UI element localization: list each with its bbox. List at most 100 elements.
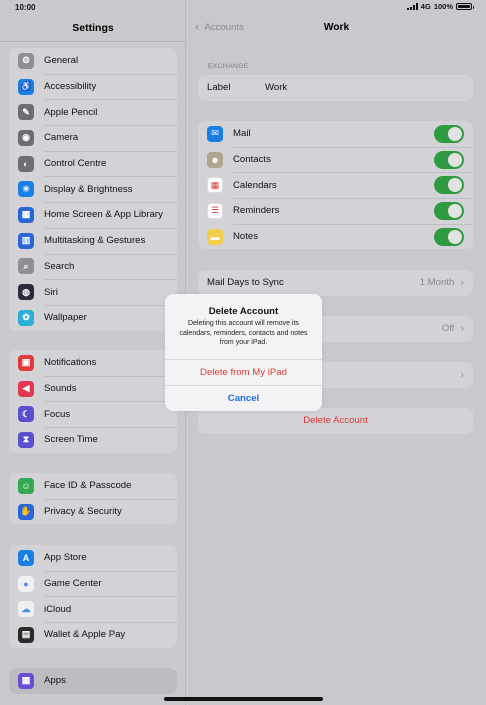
sidebar-item[interactable]: ◀ Sounds (9, 375, 177, 402)
toggle-row: ☻ Contacts (198, 146, 473, 173)
label-row[interactable]: Label Work (198, 75, 473, 101)
sidebar-item[interactable]: A App Store (9, 545, 177, 571)
nav-bar: ‹ Accounts Work (187, 18, 486, 40)
accessibility-icon: ♿ (18, 78, 34, 95)
delete-account-button[interactable]: Delete Account (198, 408, 473, 434)
toggle-switch[interactable] (434, 176, 464, 195)
sidebar-item-label: Focus (44, 408, 71, 420)
sidebar-item-label: Siri (44, 286, 58, 298)
sidebar-item[interactable]: ▦ Apps (9, 668, 177, 694)
icloud-icon: ☁ (18, 601, 34, 618)
mail-days-label: Mail Days to Sync (207, 277, 284, 289)
notes-icon: ▬ (207, 228, 223, 245)
sidebar-divider (0, 41, 186, 42)
sidebar-item-label: Game Center (44, 578, 102, 590)
toggle-switch[interactable] (434, 150, 464, 169)
focus-icon: ☾ (18, 406, 34, 423)
sidebar-item-label: Sounds (44, 383, 77, 395)
sidebar-item[interactable]: ▥ Multitasking & Gestures (9, 227, 177, 254)
sidebar-group: A App Store ● Game Center ☁ iCloud ▤ Wallet & A… (9, 545, 177, 648)
sidebar-item[interactable]: ☾ Focus (9, 401, 177, 427)
wallet-icon: ▤ (18, 626, 34, 643)
status-indicators: 4G 100% (406, 2, 474, 11)
label-value[interactable]: Work (265, 82, 287, 93)
sidebar-item-label: Notifications (44, 357, 97, 369)
calendars-icon: ▦ (207, 177, 223, 194)
privacy-hand-icon: ✋ (18, 503, 34, 520)
sidebar-item[interactable]: ● Game Center (9, 570, 177, 597)
pencil-icon: ✎ (18, 104, 34, 121)
sidebar-item-label: Wallpaper (44, 312, 87, 324)
sidebar-item[interactable]: ▦ Home Screen & App Library (9, 202, 177, 228)
gear-icon: ⚙ (18, 52, 34, 69)
notifications-icon: ▣ (18, 354, 34, 371)
sidebar-item[interactable]: ⧗ Screen Time (9, 427, 177, 453)
delete-account-card: Delete Account (198, 408, 473, 434)
page-title: Work (323, 22, 350, 33)
home-indicator (164, 697, 323, 701)
alert-title: Delete Account (208, 306, 279, 317)
face-id-icon: ☺ (18, 477, 34, 494)
sidebar-item-label: Multitasking & Gestures (44, 235, 146, 247)
sidebar-item[interactable]: ☀ Display & Brightness (9, 176, 177, 202)
sidebar-item-label: Camera (44, 132, 79, 144)
multitasking-icon: ▥ (18, 232, 34, 249)
toggle-label: Mail (233, 128, 251, 140)
sidebar-group: ☺ Face ID & Passcode ✋ Privacy & Security (9, 473, 177, 525)
sidebar-item[interactable]: ✋ Privacy & Security (9, 498, 177, 525)
cancel-button[interactable]: Cancel (165, 385, 322, 411)
sidebar-group: ▣ Notifications ◀ Sounds ☾ Focus ⧗ Screen Time (9, 350, 177, 453)
signal-icon (406, 3, 418, 10)
sidebar-item-label: iCloud (44, 603, 72, 615)
toggle-label: Contacts (233, 154, 271, 166)
auto-reply-value: Off (441, 323, 455, 335)
app-store-icon: A (18, 549, 34, 566)
status-time: 10:00 (15, 3, 36, 12)
sidebar-item[interactable]: ⌕ Search (9, 253, 177, 280)
toggle-switch[interactable] (434, 202, 464, 221)
sidebar-item[interactable]: ◐ Control Centre (9, 150, 177, 177)
toggle-row: ▦ Calendars (198, 172, 473, 198)
apps-icon: ▦ (18, 672, 34, 689)
sidebar-item[interactable]: ▣ Notifications (9, 350, 177, 376)
sidebar-item[interactable]: ☁ iCloud (9, 596, 177, 622)
sidebar-title: Settings (72, 22, 114, 34)
sidebar-item[interactable]: ☺ Face ID & Passcode (9, 473, 177, 499)
toggle-row: ✉ Mail (198, 121, 473, 147)
sidebar-item-label: Display & Brightness (44, 183, 133, 195)
sidebar-item-label: Wallet & Apple Pay (44, 629, 126, 641)
sidebar-item-label: Apps (44, 675, 66, 687)
sounds-icon: ◀ (18, 380, 34, 397)
sidebar-item[interactable]: ◍ Siri (9, 279, 177, 305)
sidebar-group: ▦ Apps (9, 668, 177, 694)
screen-time-icon: ⧗ (18, 431, 34, 448)
sidebar-item-label: Privacy & Security (44, 506, 122, 518)
sidebar-item[interactable]: ✎ Apple Pencil (9, 99, 177, 125)
delete-from-ipad-button[interactable]: Delete from My iPad (165, 359, 322, 385)
delete-account-alert: Delete Account Deleting this account wil… (165, 294, 322, 411)
sidebar-item[interactable]: ⚙ General (9, 48, 177, 74)
toggle-row: ▬ Notes (198, 223, 473, 250)
network-label: 4G (420, 2, 431, 11)
sidebar-item-label: Control Centre (44, 158, 107, 170)
sidebar-item[interactable]: ♿ Accessibility (9, 73, 177, 100)
battery-icon (456, 3, 474, 10)
sidebar-item[interactable]: ✿ Wallpaper (9, 304, 177, 331)
game-center-icon: ● (18, 575, 34, 592)
sidebar-item[interactable]: ◉ Camera (9, 125, 177, 151)
home-screen-icon: ▦ (18, 206, 34, 223)
siri-icon: ◍ (18, 284, 34, 301)
wallpaper-icon: ✿ (18, 309, 34, 326)
control-centre-icon: ◐ (18, 155, 34, 172)
battery-label: 100% (433, 2, 453, 11)
toggle-row: ☰ Reminders (198, 198, 473, 224)
sidebar-item[interactable]: ▤ Wallet & Apple Pay (9, 622, 177, 648)
mail-days-row[interactable]: Mail Days to Sync 1 Month › (198, 270, 473, 296)
toggle-switch[interactable] (434, 125, 464, 143)
toggle-label: Calendars (233, 179, 277, 191)
chevron-right-icon: › (460, 368, 464, 381)
toggle-label: Reminders (233, 205, 280, 217)
toggle-switch[interactable] (434, 227, 464, 246)
toggle-label: Notes (233, 231, 259, 243)
sidebar-item-label: Screen Time (44, 434, 98, 446)
